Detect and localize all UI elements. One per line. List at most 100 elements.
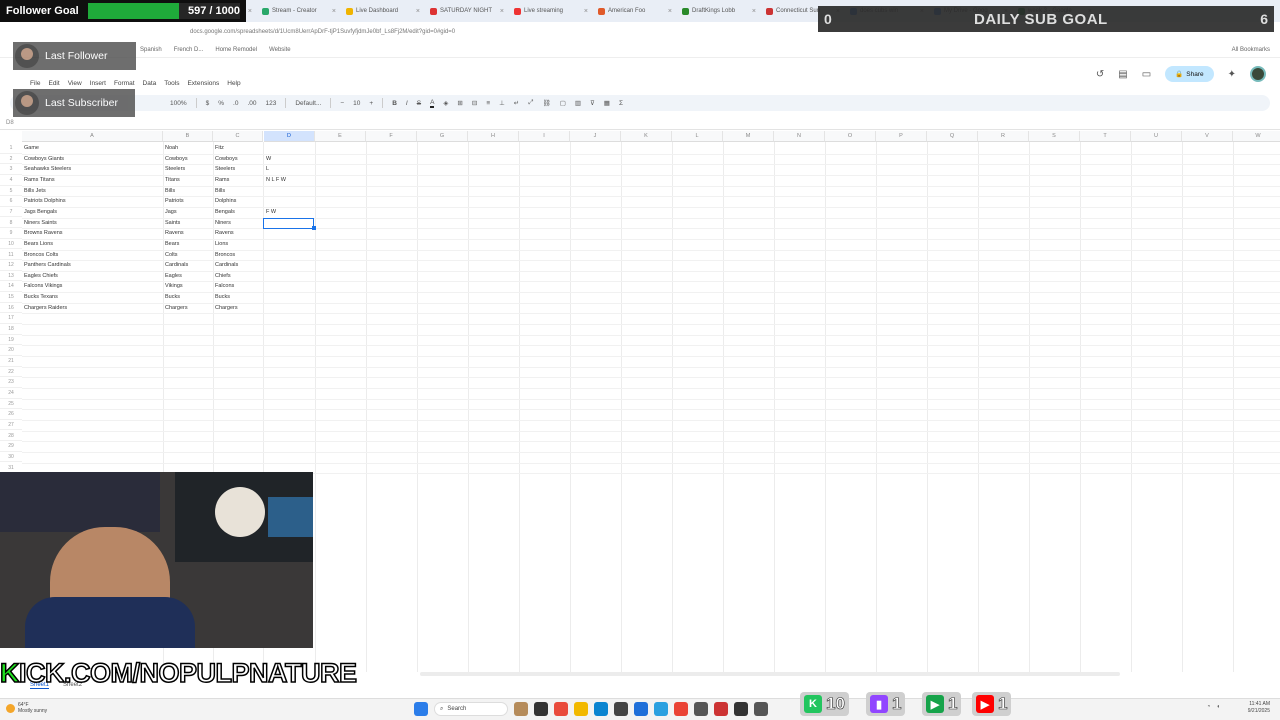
borders-icon[interactable]: ⊞ xyxy=(457,99,462,107)
close-icon[interactable]: × xyxy=(332,8,336,15)
column-header[interactable]: T xyxy=(1080,131,1131,142)
app-icon[interactable] xyxy=(654,702,668,716)
table-cell[interactable]: Cowboys Giants xyxy=(24,154,64,164)
table-cell[interactable]: Eagles Chiefs xyxy=(24,271,58,281)
column-header[interactable]: K xyxy=(621,131,672,142)
app-icon[interactable] xyxy=(634,702,648,716)
row-header[interactable]: 30 xyxy=(0,452,22,463)
table-cell[interactable]: Bengals xyxy=(215,207,235,217)
row-header[interactable]: 25 xyxy=(0,399,22,410)
browser-tab[interactable]: Live Dashboard × xyxy=(342,2,424,20)
font-size-increase-icon[interactable]: + xyxy=(369,100,373,107)
horizontal-scrollbar[interactable] xyxy=(420,672,1120,676)
menu-item-insert[interactable]: Insert xyxy=(90,80,106,87)
windows-start-icon[interactable] xyxy=(414,702,428,716)
header-cell[interactable]: Game xyxy=(24,143,39,153)
table-cell[interactable]: Colts xyxy=(165,250,178,260)
table-cell[interactable]: Rams xyxy=(215,175,229,185)
table-cell[interactable]: Vikings xyxy=(165,281,183,291)
url-text[interactable]: docs.google.com/spreadsheets/d/1Ucm8Uerr… xyxy=(190,29,455,35)
table-cell[interactable]: Bills xyxy=(215,186,225,196)
table-cell[interactable]: Falcons Vikings xyxy=(24,281,62,291)
widgets-icon[interactable] xyxy=(514,702,528,716)
close-icon[interactable]: × xyxy=(500,8,504,15)
table-cell[interactable]: Cardinals xyxy=(215,260,238,270)
row-header[interactable]: 5 xyxy=(0,186,22,197)
column-header[interactable]: C xyxy=(213,131,263,142)
row-header[interactable]: 7 xyxy=(0,207,22,218)
browser-tab[interactable]: American Foo × xyxy=(594,2,676,20)
column-header[interactable]: V xyxy=(1182,131,1233,142)
table-cell[interactable]: Panthers Cardinals xyxy=(24,260,71,270)
menu-item-help[interactable]: Help xyxy=(227,80,240,87)
bookmark-item[interactable]: Home Remodel xyxy=(215,47,257,53)
strikethrough-icon[interactable]: S xyxy=(417,100,421,107)
table-cell[interactable]: Chargers xyxy=(165,303,188,313)
file-explorer-icon[interactable] xyxy=(574,702,588,716)
row-header[interactable]: 19 xyxy=(0,335,22,346)
browser-tab[interactable]: Live streaming × xyxy=(510,2,592,20)
column-header[interactable]: U xyxy=(1131,131,1182,142)
table-cell[interactable]: Steelers xyxy=(165,164,185,174)
row-header[interactable]: 13 xyxy=(0,271,22,282)
italic-icon[interactable]: I xyxy=(406,100,408,107)
table-cell[interactable]: Lions xyxy=(215,239,228,249)
table-cell[interactable]: Ravens xyxy=(165,228,184,238)
row-header[interactable]: 1 xyxy=(0,143,22,154)
font-select[interactable]: Default... xyxy=(295,100,321,107)
table-cell[interactable]: Bears xyxy=(165,239,179,249)
app-icon[interactable] xyxy=(754,702,768,716)
currency-icon[interactable]: $ xyxy=(206,100,210,107)
table-cell[interactable]: Seahawks Steelers xyxy=(24,164,71,174)
history-icon[interactable]: ↺ xyxy=(1096,69,1104,80)
decrease-decimal-icon[interactable]: .0 xyxy=(233,100,238,107)
header-cell[interactable]: Noah xyxy=(165,143,178,153)
row-header[interactable]: 23 xyxy=(0,377,22,388)
row-header[interactable]: 21 xyxy=(0,356,22,367)
menu-item-tools[interactable]: Tools xyxy=(164,80,179,87)
row-header[interactable]: 6 xyxy=(0,196,22,207)
table-cell[interactable]: Patriots Dolphins xyxy=(24,196,66,206)
close-icon[interactable]: × xyxy=(248,8,252,15)
percent-icon[interactable]: % xyxy=(218,100,224,107)
font-size-input[interactable]: 10 xyxy=(353,100,360,107)
table-cell[interactable]: Cardinals xyxy=(165,260,188,270)
table-cell[interactable]: Broncos Colts xyxy=(24,250,58,260)
weather-widget[interactable]: 64°F Mostly sunny xyxy=(6,702,47,714)
menu-item-data[interactable]: Data xyxy=(143,80,157,87)
row-header[interactable]: 20 xyxy=(0,345,22,356)
column-header[interactable]: N xyxy=(774,131,825,142)
row-header[interactable]: 8 xyxy=(0,218,22,229)
meet-icon[interactable]: ▭ xyxy=(1142,69,1151,80)
row-header[interactable]: 28 xyxy=(0,431,22,442)
chart-icon[interactable]: ▥ xyxy=(575,99,581,107)
name-box[interactable]: D8 xyxy=(6,120,14,126)
browser-tab[interactable]: DraftKings Lobb × xyxy=(678,2,760,20)
column-header[interactable]: L xyxy=(672,131,723,142)
table-cell[interactable]: Bills Jets xyxy=(24,186,46,196)
close-icon[interactable]: × xyxy=(584,8,588,15)
bookmark-item[interactable]: Spanish xyxy=(140,47,162,53)
row-header[interactable]: 16 xyxy=(0,303,22,314)
menu-item-format[interactable]: Format xyxy=(114,80,135,87)
account-avatar[interactable] xyxy=(1250,66,1266,82)
column-header[interactable]: E xyxy=(315,131,366,142)
taskbar-clock[interactable]: 11:41 AM 9/21/2025 xyxy=(1248,701,1270,715)
browser-tab[interactable]: Stream - Creator × xyxy=(258,2,340,20)
table-cell[interactable]: Browns Ravens xyxy=(24,228,63,238)
selected-cell[interactable] xyxy=(263,218,314,229)
browser-tab[interactable]: SATURDAY NIGHT × xyxy=(426,2,508,20)
row-header[interactable]: 17 xyxy=(0,313,22,324)
row-header[interactable]: 4 xyxy=(0,175,22,186)
table-cell[interactable]: F W xyxy=(266,207,276,217)
table-cell[interactable]: Patriots xyxy=(165,196,184,206)
functions-icon[interactable]: Σ xyxy=(619,100,623,107)
table-cell[interactable]: Chargers Raiders xyxy=(24,303,67,313)
volume-icon[interactable]: ◖ xyxy=(1216,704,1220,710)
formula-bar[interactable]: D8 xyxy=(0,116,1280,130)
gemini-icon[interactable]: ✦ xyxy=(1228,69,1236,80)
app-icon[interactable] xyxy=(614,702,628,716)
row-header[interactable]: 12 xyxy=(0,260,22,271)
table-cell[interactable]: Cowboys xyxy=(165,154,188,164)
task-view-icon[interactable] xyxy=(534,702,548,716)
